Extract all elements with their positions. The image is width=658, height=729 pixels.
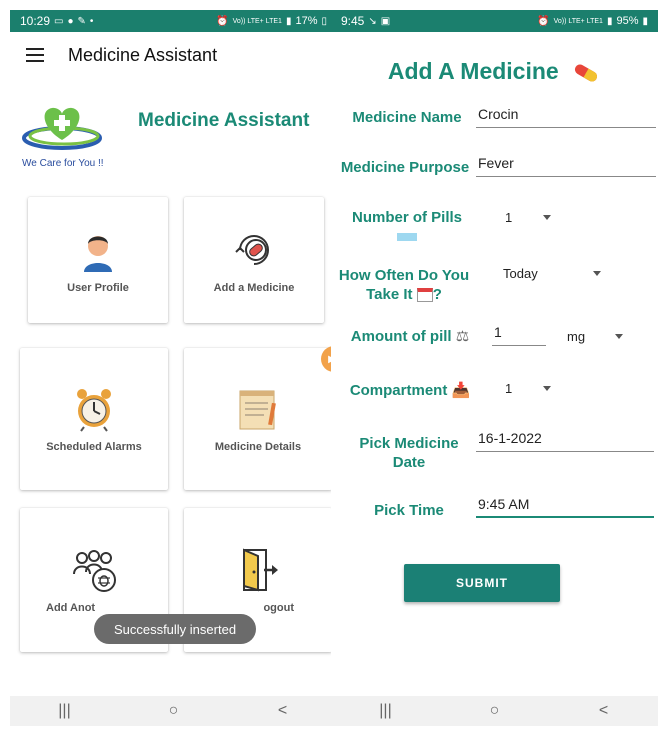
pick-time-input[interactable]: 9:45 AM: [476, 496, 654, 518]
how-often-spinner[interactable]: Today: [503, 263, 603, 283]
scale-icon: ⚖: [455, 328, 470, 345]
alarm-status-icon: ⏰: [537, 15, 550, 27]
network-label: Vo)) LTE+ LTE1: [553, 17, 603, 25]
add-medicine-screen: 9:45 ↘ ▣ ⏰ Vo)) LTE+ LTE1 ▮ 95% ▮ Add A …: [331, 10, 658, 726]
pick-date-line2: Date: [392, 454, 426, 471]
calendar-icon: [416, 288, 433, 303]
medicine-name-input[interactable]: Crocin: [476, 106, 656, 128]
heart-logo-icon: [22, 107, 102, 150]
pick-date-label: Pick Medicine Date: [353, 434, 465, 472]
toast-message: Successfully inserted: [94, 614, 256, 644]
system-nav-bar: ||| ○ <: [10, 696, 337, 726]
spinner-value: Today: [503, 265, 538, 281]
brand-header: We Care for You !! Medicine Assistant: [20, 100, 330, 180]
dot-small-icon: •: [89, 15, 94, 27]
number-of-pills-spinner[interactable]: 1: [505, 207, 565, 227]
user-profile-card[interactable]: User Profile: [28, 197, 168, 323]
dropdown-caret-icon: [543, 386, 551, 391]
compartment-label: Compartment 📥: [345, 381, 475, 400]
card-label: User Profile: [67, 282, 129, 294]
user-avatar-icon: [84, 236, 112, 272]
pen-icon: ✎: [77, 15, 86, 27]
pills-count-icon: [397, 233, 417, 241]
gallery-icon: ▣: [380, 15, 391, 27]
submit-button[interactable]: SUBMIT: [404, 564, 560, 602]
tray-download-icon: 📥: [451, 382, 471, 399]
pill-icon: [575, 64, 598, 82]
add-medicine-card[interactable]: Add a Medicine: [184, 197, 324, 323]
battery-level: 17%: [295, 15, 318, 27]
brand-tagline: We Care for You !!: [22, 158, 104, 169]
pick-time-label: Pick Time: [374, 502, 444, 519]
compartment-text: Compartment: [349, 382, 448, 399]
spinner-value: 1: [505, 380, 513, 396]
amount-of-pill-label: Amount of pill ⚖: [345, 327, 475, 346]
home-screen: 10:29 ▭ ● ✎ • ⏰ Vo)) LTE+ LTE1 ▮ 17% ▯ M…: [10, 10, 337, 726]
how-often-line1: How Often Do You: [338, 267, 470, 284]
medicine-name-label: Medicine Name: [352, 109, 462, 126]
alarm-status-icon: ⏰: [216, 15, 229, 27]
dropdown-caret-icon: [593, 271, 601, 276]
card-label: Scheduled Alarms: [46, 441, 142, 453]
medicine-purpose-input[interactable]: Fever: [476, 155, 656, 177]
amount-input[interactable]: 1: [492, 324, 546, 346]
battery-level: 95%: [616, 15, 639, 27]
group-bug-icon: [73, 550, 116, 592]
signal-icon: ▮: [285, 15, 292, 27]
number-of-pills-label: Number of Pills: [339, 208, 475, 246]
exit-door-icon: [243, 548, 278, 592]
hamburger-icon: [26, 48, 44, 62]
compartment-spinner[interactable]: 1: [505, 378, 565, 398]
spinner-value: mg: [567, 328, 586, 344]
card-label: Add a Medicine: [213, 282, 295, 294]
card-label: Medicine Details: [214, 441, 302, 453]
dropdown-caret-icon: [543, 215, 551, 220]
home-button[interactable]: ○: [475, 696, 515, 726]
brand-title: Medicine Assistant: [138, 110, 310, 131]
app-title: Medicine Assistant: [68, 44, 218, 65]
missed-call-icon: ↘: [368, 15, 377, 27]
notepad-icon: [239, 390, 276, 430]
spinner-value: 1: [505, 209, 513, 225]
how-often-line2: Take It: [366, 286, 413, 303]
recent-apps-button[interactable]: |||: [366, 696, 406, 726]
status-time: 10:29: [20, 14, 51, 28]
how-often-label: How Often Do You Take It ?: [338, 267, 470, 303]
signal-icon: ▮: [606, 15, 613, 27]
screen-icon: ▭: [54, 15, 64, 27]
system-nav-bar: ||| ○ <: [331, 696, 658, 726]
recent-apps-button[interactable]: |||: [45, 696, 85, 726]
dropdown-caret-icon: [615, 334, 623, 339]
status-time: 9:45: [341, 14, 365, 28]
menu-button[interactable]: [10, 32, 60, 78]
number-of-pills-text: Number of Pills: [351, 209, 463, 226]
pick-date-line1: Pick Medicine: [359, 435, 459, 452]
amount-of-pill-text: Amount of pill: [350, 328, 452, 345]
back-button[interactable]: <: [263, 696, 303, 726]
back-button[interactable]: <: [584, 696, 624, 726]
form-title: Add A Medicine: [331, 58, 658, 85]
dot-icon: ●: [67, 15, 74, 27]
home-button[interactable]: ○: [154, 696, 194, 726]
unit-spinner[interactable]: mg: [567, 326, 627, 346]
card-label: ogout: [263, 602, 294, 614]
alarm-clock-icon: [77, 389, 111, 432]
medicine-purpose-label: Medicine Purpose: [340, 159, 470, 176]
network-label: Vo)) LTE+ LTE1: [232, 17, 282, 25]
medicine-details-card[interactable]: Medicine Details: [184, 348, 332, 490]
battery-icon: ▯: [321, 15, 327, 27]
pick-date-input[interactable]: 16-1-2022: [476, 430, 654, 452]
app-bar: Medicine Assistant: [10, 32, 337, 78]
add-pill-icon: [235, 235, 269, 265]
battery-icon: ▮: [642, 15, 648, 27]
status-bar: 9:45 ↘ ▣ ⏰ Vo)) LTE+ LTE1 ▮ 95% ▮: [331, 10, 658, 32]
form-title-text: Add A Medicine: [387, 58, 559, 84]
scheduled-alarms-card[interactable]: Scheduled Alarms: [20, 348, 168, 490]
card-label: Add Anot: [46, 602, 96, 614]
status-bar: 10:29 ▭ ● ✎ • ⏰ Vo)) LTE+ LTE1 ▮ 17% ▯: [10, 10, 337, 32]
